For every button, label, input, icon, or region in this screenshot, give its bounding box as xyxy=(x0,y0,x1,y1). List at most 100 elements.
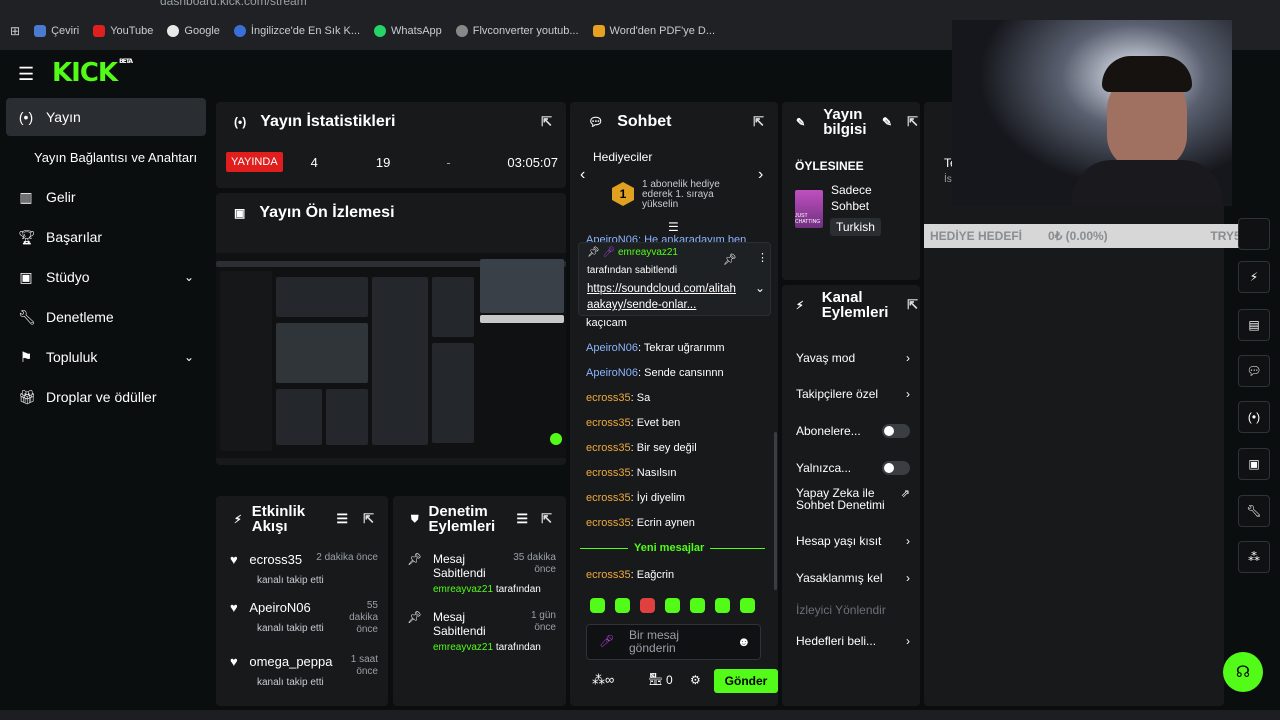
emote-icon[interactable] xyxy=(690,598,705,613)
popout-icon[interactable]: ⇱ xyxy=(753,114,764,130)
stream-preview[interactable] xyxy=(216,253,566,458)
follower-count: 19 xyxy=(375,154,391,170)
unpin-icon[interactable]: 📌︎ xyxy=(723,253,737,266)
action-goals[interactable]: Hedefleri beli... › xyxy=(796,634,910,648)
panel-title: Yayın bilgisi xyxy=(823,106,867,138)
notes-icon[interactable]: ▤ xyxy=(1238,309,1270,341)
goal-label: HEDİYE HEDEFİ xyxy=(930,229,1023,243)
action-banned-words[interactable]: Yasaklanmış kel › xyxy=(796,571,910,585)
mod-action-user: emreayvaz21 xyxy=(433,584,494,595)
chat-panel: 💬︎ Sohbet ⇱ Hediyeciler ‹ › 1 1 abonelik h… xyxy=(570,102,778,706)
apps-icon[interactable]: ⊞ xyxy=(10,24,20,38)
video-icon[interactable]: ▣ xyxy=(1238,448,1270,480)
action-label: Yapay Zeka ile Sohbet Denetimi xyxy=(796,486,885,512)
sidebar-item-stream-key[interactable]: Yayın Bağlantısı ve Anahtarı xyxy=(6,138,206,176)
chat-scrollbar[interactable] xyxy=(774,432,777,590)
chevron-down-icon[interactable]: ⌄ xyxy=(755,281,765,295)
sidebar-item-gelir[interactable]: ▥ Gelir xyxy=(6,178,206,216)
emote-icon[interactable] xyxy=(665,598,680,613)
chat-icon[interactable]: 💬︎ xyxy=(1238,355,1270,387)
subscribers-toggle[interactable] xyxy=(882,424,910,438)
chat-message: kaçıcam xyxy=(586,317,627,329)
gift-goal-bar: HEDİYE HEDEFİ 0₺ (0.00%) TRY500 xyxy=(924,224,1260,248)
more-icon[interactable]: ⋮ xyxy=(757,251,768,264)
rail-button-top[interactable] xyxy=(1238,218,1270,250)
mic-icon: 🎤︎ xyxy=(602,247,616,258)
edit-icon[interactable]: ✎ xyxy=(882,115,892,129)
popout-icon[interactable]: ⇱ xyxy=(541,114,552,130)
chat-user[interactable]: ecross35 xyxy=(586,442,631,454)
bookmark-4[interactable]: WhatsApp xyxy=(374,25,442,37)
store-icon[interactable]: 🏪︎ xyxy=(648,672,663,686)
chat-user[interactable]: ecross35 xyxy=(586,417,631,429)
mod-action-item: 📌︎ Mesaj Sabitlendi 35 dakika önce emrea… xyxy=(407,552,556,595)
popout-icon[interactable]: ⇱ xyxy=(907,297,918,313)
pinned-link[interactable]: https://soundcloud.com/alitahaakayy/send… xyxy=(587,281,741,313)
panel-title: Yayın Ön İzlemesi xyxy=(259,204,395,221)
chat-user[interactable]: ecross35 xyxy=(586,517,631,529)
google-icon xyxy=(167,25,180,37)
sidebar-item-label: Topluluk xyxy=(46,349,98,365)
sidebar-item-topluluk[interactable]: ⚑ Topluluk ⌄ xyxy=(6,338,206,376)
popout-icon[interactable]: ⇱ xyxy=(363,511,374,527)
bookmark-label: WhatsApp xyxy=(391,25,442,37)
bookmark-6[interactable]: Word'den PDF'ye D... xyxy=(592,25,715,37)
bookmark-5[interactable]: Flvconverter youtub... xyxy=(455,25,579,37)
bookmark-3[interactable]: İngilizce'de En Sık K... xyxy=(233,25,360,37)
support-icon[interactable]: ☊ xyxy=(1223,652,1263,692)
whatsapp-icon xyxy=(374,25,387,37)
chat-input[interactable]: 🎤︎ Bir mesaj gönderin ☻ xyxy=(586,624,761,660)
popout-icon[interactable]: ⇱ xyxy=(907,114,918,130)
bookmark-2[interactable]: Google xyxy=(167,25,220,37)
broadcast-icon[interactable]: (•) xyxy=(1238,401,1270,433)
panel-title: Sohbet xyxy=(617,113,672,130)
emote-icon[interactable] xyxy=(740,598,755,613)
filter-icon[interactable]: ☰ xyxy=(516,511,528,527)
category-name[interactable]: Sadece Sohbet xyxy=(831,182,891,214)
community-icon[interactable]: ⁂ xyxy=(1238,541,1270,573)
emote-icon[interactable] xyxy=(715,598,730,613)
chat-user[interactable]: ecross35 xyxy=(586,392,631,404)
mod-action-item: 📌︎ Mesaj Sabitlendi 1 gün önce emreayvaz… xyxy=(407,610,556,653)
collapse-icon[interactable]: ☰ xyxy=(668,220,679,234)
pinned-message[interactable]: 📌︎ 🎤︎ emreayvaz21 tarafından sabitlendi … xyxy=(578,242,771,316)
emotes-toggle[interactable] xyxy=(882,461,910,475)
chat-message: ecross35: Evet ben xyxy=(586,417,681,429)
sidebar-item-studyo[interactable]: ▣ Stüdyo ⌄ xyxy=(6,258,206,296)
chat-footer: ⁂∞ xyxy=(592,672,614,688)
filter-icon[interactable]: ☰ xyxy=(336,511,348,527)
chat-user[interactable]: ecross35 xyxy=(586,569,631,581)
chat-user[interactable]: ecross35 xyxy=(586,467,631,479)
url-text[interactable]: dashboard.kick.com/stream xyxy=(160,0,307,8)
emoji-icon[interactable]: ☻ xyxy=(737,634,751,649)
chat-user[interactable]: ecross35 xyxy=(586,492,631,504)
action-ai-moderation[interactable]: Yapay Zeka ile Sohbet Denetimi ⇗ xyxy=(796,487,910,511)
chat-user[interactable]: ApeiroN06 xyxy=(586,367,638,379)
action-followers-only[interactable]: Takipçilere özel › xyxy=(796,387,910,401)
action-account-age[interactable]: Hesap yaşı kısıt › xyxy=(796,534,910,548)
bookmark-0[interactable]: Çeviri xyxy=(34,25,79,37)
chat-user[interactable]: ApeiroN06 xyxy=(586,342,638,354)
sidebar-item-yayin[interactable]: (•) Yayın xyxy=(6,98,206,136)
send-button[interactable]: Gönder xyxy=(714,669,778,693)
emote-icon[interactable] xyxy=(590,598,605,613)
sidebar-item-droplar[interactable]: 🎁︎ Droplar ve ödüller xyxy=(6,378,206,416)
kick-logo[interactable]: KICK BETA xyxy=(52,58,133,88)
category-thumbnail[interactable]: JUST CHATTING xyxy=(795,190,823,228)
action-slow-mode[interactable]: Yavaş mod › xyxy=(796,351,910,365)
bolt-icon: ⚡︎ xyxy=(796,299,804,312)
preview-panel: ▣ Yayın Ön İzlemesi xyxy=(216,193,566,465)
chevron-right-icon[interactable]: › xyxy=(758,166,763,184)
menu-icon[interactable]: ☰ xyxy=(18,64,34,85)
chat-text: Evet ben xyxy=(636,417,681,429)
bookmark-1[interactable]: YouTube xyxy=(93,25,153,37)
wrench-icon[interactable]: 🔧︎ xyxy=(1238,495,1270,527)
emote-icon[interactable] xyxy=(640,598,655,613)
popout-icon[interactable]: ⇱ xyxy=(541,511,552,527)
sidebar-item-basarilar[interactable]: 🏆︎ Başarılar xyxy=(6,218,206,256)
chevron-left-icon[interactable]: ‹ xyxy=(580,166,585,184)
gear-icon[interactable]: ⚙ xyxy=(690,673,701,687)
sidebar-item-denetleme[interactable]: 🔧︎ Denetleme xyxy=(6,298,206,336)
emote-icon[interactable] xyxy=(615,598,630,613)
lightning-icon[interactable]: ⚡︎ xyxy=(1238,261,1270,293)
